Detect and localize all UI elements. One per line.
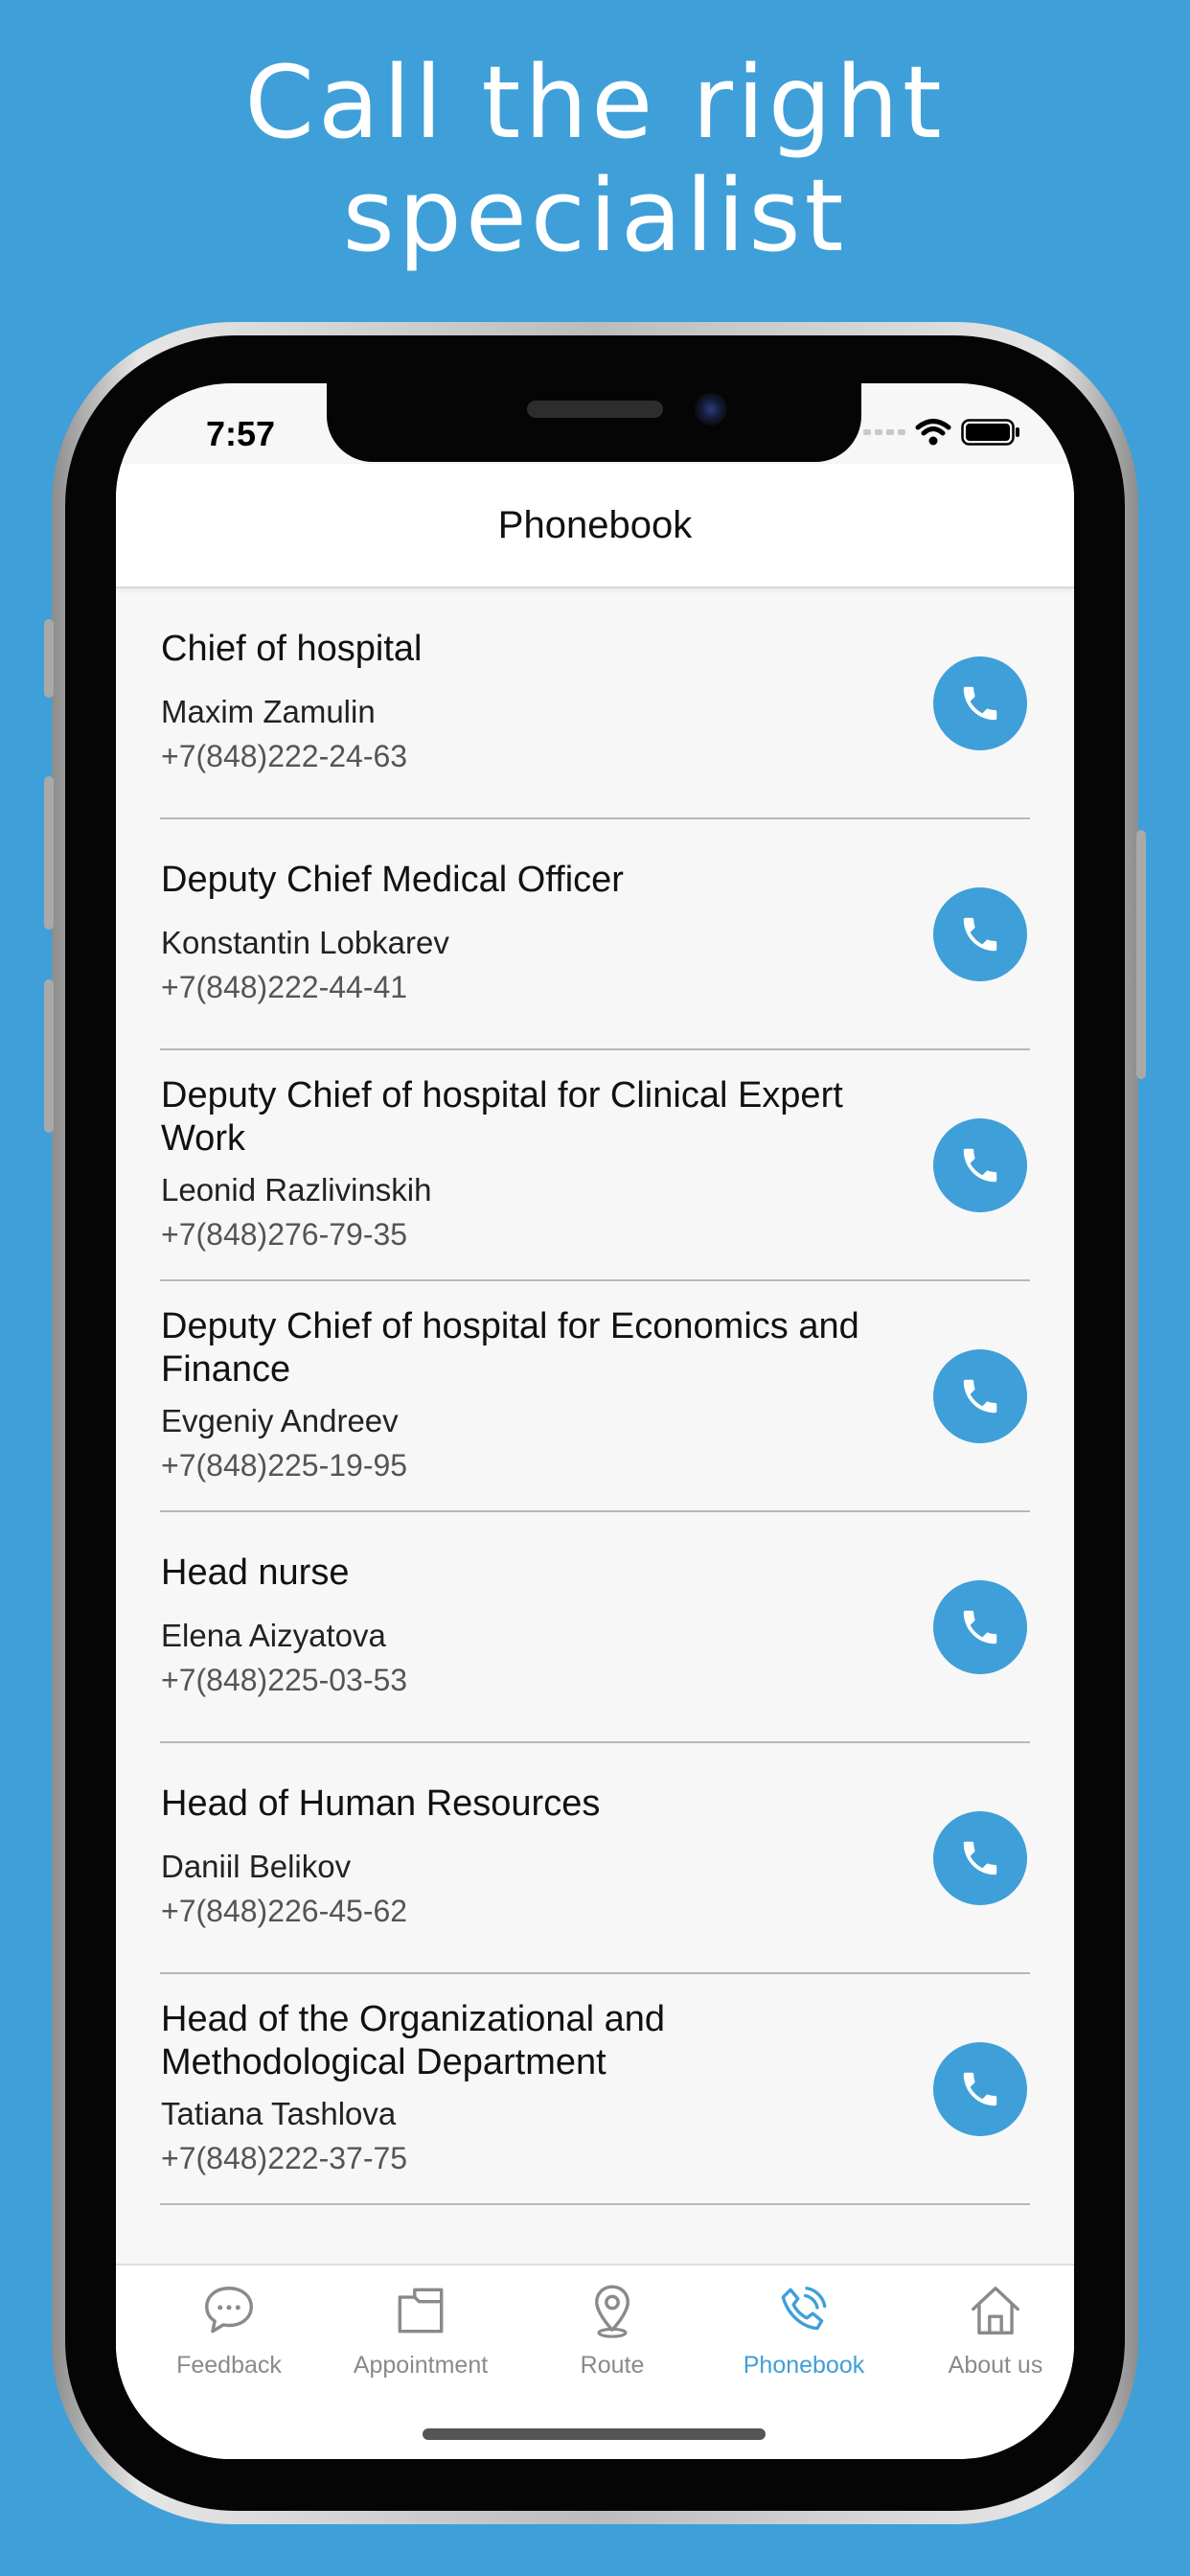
- contact-title: Head nurse: [161, 1552, 350, 1593]
- contact-name: Daniil Belikov: [161, 1849, 352, 1884]
- tab-feedback[interactable]: Feedback: [133, 2279, 325, 2380]
- call-button[interactable]: [933, 1118, 1027, 1212]
- call-button[interactable]: [933, 656, 1027, 750]
- navigation-bar: Phonebook: [116, 464, 1074, 588]
- page-title: Phonebook: [497, 504, 693, 546]
- contact-phone: +7(848)225-19-95: [161, 1447, 408, 1483]
- status-time: 7:57: [206, 414, 276, 453]
- call-button[interactable]: [933, 1349, 1027, 1443]
- contact-name: Maxim Zamulin: [161, 694, 376, 729]
- volume-up-button: [44, 776, 54, 930]
- row-divider: [160, 2203, 1030, 2205]
- phone-screen: 7:57 Phonebook Chief of hospital Maxim Z…: [116, 383, 1074, 2459]
- status-indicators: [863, 418, 1020, 447]
- contact-text: Deputy Chief Medical Officer Konstantin …: [161, 819, 889, 1048]
- tab-label: About us: [948, 2352, 1043, 2379]
- tab-label: Route: [580, 2352, 645, 2379]
- contact-phone: +7(848)226-45-62: [161, 1894, 408, 1928]
- phone-icon: [963, 1148, 997, 1183]
- tab-label: Phonebook: [743, 2352, 865, 2379]
- list-item: Deputy Chief of hospital for Economics a…: [116, 1281, 1074, 1512]
- contact-name: Konstantin Lobkarev: [161, 925, 449, 960]
- contact-list[interactable]: Chief of hospital Maxim Zamulin +7(848)2…: [116, 588, 1074, 2205]
- contact-phone: +7(848)276-79-35: [161, 1216, 408, 1252]
- contact-text: Deputy Chief of hospital for Economics a…: [161, 1281, 889, 1510]
- home-icon: [972, 2287, 1019, 2334]
- contact-text: Head nurse Elena Aizyatova +7(848)225-03…: [161, 1512, 889, 1741]
- cellular-signal-icon: [863, 429, 905, 435]
- contact-phone: +7(848)222-44-41: [161, 970, 408, 1004]
- phone-icon: [963, 1610, 997, 1644]
- contact-title: Deputy Chief Medical Officer: [161, 860, 624, 900]
- battery-icon: [961, 419, 1019, 446]
- list-item: Deputy Chief of hospital for Clinical Ex…: [116, 1050, 1074, 1281]
- call-button[interactable]: [933, 887, 1027, 981]
- phone-icon: [963, 1379, 997, 1414]
- contact-phone: +7(848)222-37-75: [161, 2140, 408, 2175]
- notch: [327, 383, 861, 462]
- tab-label: Feedback: [176, 2352, 282, 2379]
- list-item: Head of Human Resources Daniil Belikov +…: [116, 1743, 1074, 1974]
- map-pin-icon: [595, 2285, 629, 2338]
- mute-switch: [44, 619, 54, 698]
- contact-text: Deputy Chief of hospital for Clinical Ex…: [161, 1050, 889, 1279]
- list-item: Chief of hospital Maxim Zamulin +7(848)2…: [116, 588, 1074, 819]
- list-item: Head nurse Elena Aizyatova +7(848)225-03…: [116, 1512, 1074, 1743]
- contact-text: Chief of hospital Maxim Zamulin +7(848)2…: [161, 588, 889, 817]
- power-button: [1136, 830, 1146, 1079]
- chat-bubble-icon: [205, 2287, 253, 2334]
- wifi-icon: [915, 419, 951, 446]
- tab-phonebook[interactable]: Phonebook: [708, 2279, 900, 2380]
- contact-name: Tatiana Tashlova: [161, 2095, 397, 2131]
- contact-title: Chief of hospital: [161, 629, 423, 669]
- headline-line-2: specialist: [342, 157, 848, 274]
- list-item: Head of the Organizational and Methodolo…: [116, 1974, 1074, 2205]
- contact-name: Leonid Razlivinskih: [161, 1171, 432, 1208]
- phone-icon: [963, 917, 997, 952]
- list-item: Deputy Chief Medical Officer Konstantin …: [116, 819, 1074, 1050]
- tab-about-us[interactable]: About us: [900, 2279, 1074, 2380]
- tab-label: Appointment: [353, 2352, 489, 2379]
- contact-name: Elena Aizyatova: [161, 1618, 386, 1653]
- contact-title: Head of the Organizational and Methodolo…: [161, 1998, 666, 2082]
- home-indicator[interactable]: [423, 2428, 766, 2440]
- phone-icon: [963, 2072, 997, 2106]
- tab-appointment[interactable]: Appointment: [325, 2279, 516, 2380]
- contact-phone: +7(848)222-24-63: [161, 739, 408, 773]
- app-store-screenshot: Call the right specialist 7:57 Phonebook…: [0, 0, 1190, 2576]
- contact-text: Head of the Organizational and Methodolo…: [161, 1974, 889, 2203]
- contact-title: Deputy Chief of hospital for Economics a…: [161, 1305, 859, 1390]
- call-button[interactable]: [933, 1580, 1027, 1674]
- contact-title: Head of Human Resources: [161, 1783, 601, 1824]
- contact-phone: +7(848)225-03-53: [161, 1663, 408, 1697]
- front-camera: [695, 393, 727, 426]
- phone-icon: [963, 686, 997, 721]
- speaker-grille: [527, 401, 663, 418]
- call-button[interactable]: [933, 1811, 1027, 1905]
- phone-icon: [963, 1841, 997, 1875]
- contact-name: Evgeniy Andreev: [161, 1402, 399, 1438]
- headline: Call the right specialist: [0, 46, 1190, 272]
- contact-title: Deputy Chief of hospital for Clinical Ex…: [161, 1074, 843, 1159]
- volume-down-button: [44, 979, 54, 1133]
- call-button[interactable]: [933, 2042, 1027, 2136]
- headline-line-1: Call the right: [244, 44, 946, 161]
- phone-ringing-icon: [781, 2287, 827, 2331]
- contact-text: Head of Human Resources Daniil Belikov +…: [161, 1743, 889, 1972]
- folder-icon: [398, 2288, 444, 2334]
- tab-route[interactable]: Route: [516, 2279, 708, 2380]
